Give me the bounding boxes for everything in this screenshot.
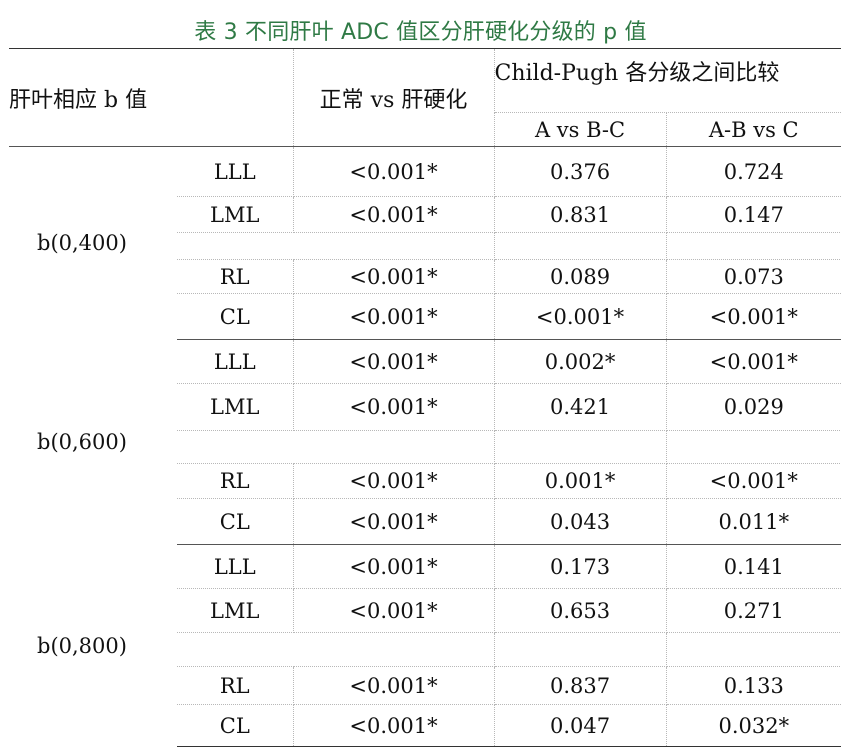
cell-ab-vs-c: 0.032*: [666, 704, 841, 747]
table-row: b(0,600) LLL <0.001* 0.002* <0.001*: [9, 339, 841, 454]
spacer-cell: [293, 430, 495, 464]
group-label: b(0,600): [37, 430, 127, 454]
cell-ab-vs-c: 0.141: [666, 544, 841, 589]
table-row: b(0,800) LLL <0.001* 0.173 0.141: [9, 544, 841, 658]
cell-normal-vs-cirrhosis: <0.001*: [293, 544, 495, 589]
header-lobe-b-value: 肝叶相应 b 值: [9, 48, 294, 147]
spacer-cell: [494, 232, 667, 260]
cell-normal-vs-cirrhosis: <0.001*: [293, 146, 495, 197]
cell-lobe: LML: [177, 196, 294, 233]
cell-lobe: LLL: [177, 544, 294, 589]
cell-lobe: LLL: [177, 339, 294, 384]
cell-normal-vs-cirrhosis: <0.001*: [293, 463, 495, 499]
cell-a-vs-bc: 0.043: [494, 498, 667, 545]
cell-ab-vs-c: 0.073: [666, 259, 841, 294]
p-value-table: 肝叶相应 b 值 正常 vs 肝硬化 Child-Pugh 各分级之间比较 A …: [9, 48, 841, 747]
spacer-cell: [666, 232, 841, 260]
table-body: 肝叶相应 b 值 正常 vs 肝硬化 Child-Pugh 各分级之间比较 A …: [9, 48, 841, 747]
spacer-cell: [177, 430, 294, 464]
cell-a-vs-bc: 0.173: [494, 544, 667, 589]
cell-lobe: RL: [177, 666, 294, 705]
cell-lobe: LLL: [177, 146, 294, 197]
cell-lobe: CL: [177, 498, 294, 545]
spacer-cell: [293, 232, 495, 260]
cell-a-vs-bc: 0.002*: [494, 339, 667, 384]
header-a-vs-bc: A vs B-C: [494, 112, 667, 147]
cell-a-vs-bc: 0.837: [494, 666, 667, 705]
cell-a-vs-bc: 0.047: [494, 704, 667, 747]
cell-a-vs-bc: 0.089: [494, 259, 667, 294]
spacer-cell: [494, 430, 667, 464]
cell-ab-vs-c: 0.133: [666, 666, 841, 705]
cell-normal-vs-cirrhosis: <0.001*: [293, 293, 495, 340]
cell-lobe: CL: [177, 704, 294, 747]
spacer-cell: [177, 232, 294, 260]
cell-ab-vs-c: <0.001*: [666, 339, 841, 384]
cell-lobe: CL: [177, 293, 294, 340]
cell-ab-vs-c: 0.724: [666, 146, 841, 197]
header-row-top: 肝叶相应 b 值 正常 vs 肝硬化 Child-Pugh 各分级之间比较: [9, 48, 841, 147]
cell-ab-vs-c: 0.271: [666, 588, 841, 633]
cell-lobe: LML: [177, 588, 294, 633]
cell-normal-vs-cirrhosis: <0.001*: [293, 339, 495, 384]
spacer-cell: [666, 430, 841, 464]
group-label: b(0,800): [37, 633, 127, 658]
cell-normal-vs-cirrhosis: <0.001*: [293, 666, 495, 705]
cell-normal-vs-cirrhosis: <0.001*: [293, 588, 495, 633]
cell-a-vs-bc: 0.001*: [494, 463, 667, 499]
cell-a-vs-bc: <0.001*: [494, 293, 667, 340]
cell-a-vs-bc: 0.376: [494, 146, 667, 197]
cell-a-vs-bc: 0.421: [494, 383, 667, 431]
cell-ab-vs-c: <0.001*: [666, 293, 841, 340]
spacer-cell: [494, 632, 667, 667]
cell-ab-vs-c: 0.147: [666, 196, 841, 233]
cell-normal-vs-cirrhosis: <0.001*: [293, 383, 495, 431]
cell-lobe: LML: [177, 383, 294, 431]
cell-normal-vs-cirrhosis: <0.001*: [293, 259, 495, 294]
cell-normal-vs-cirrhosis: <0.001*: [293, 704, 495, 747]
cell-normal-vs-cirrhosis: <0.001*: [293, 498, 495, 545]
spacer-cell: [666, 632, 841, 667]
cell-ab-vs-c: 0.029: [666, 383, 841, 431]
cell-ab-vs-c: 0.011*: [666, 498, 841, 545]
spacer-cell: [177, 632, 294, 667]
cell-a-vs-bc: 0.653: [494, 588, 667, 633]
spacer-cell: [293, 632, 495, 667]
cell-ab-vs-c: <0.001*: [666, 463, 841, 499]
p-value-table-container: 肝叶相应 b 值 正常 vs 肝硬化 Child-Pugh 各分级之间比较 A …: [9, 48, 841, 747]
cell-lobe: RL: [177, 259, 294, 294]
table-caption: 表 3 不同肝叶 ADC 值区分肝硬化分级的 p 值: [194, 20, 647, 45]
header-ab-vs-c: A-B vs C: [666, 112, 841, 147]
table-row: b(0,400) LLL <0.001* 0.376 0.724: [9, 146, 841, 255]
header-normal-vs-cirrhosis: 正常 vs 肝硬化: [293, 48, 495, 147]
group-label: b(0,400): [37, 231, 127, 256]
cell-a-vs-bc: 0.831: [494, 196, 667, 233]
cell-lobe: RL: [177, 463, 294, 499]
header-child-pugh-comparison: Child-Pugh 各分级之间比较: [494, 48, 841, 113]
cell-normal-vs-cirrhosis: <0.001*: [293, 196, 495, 233]
